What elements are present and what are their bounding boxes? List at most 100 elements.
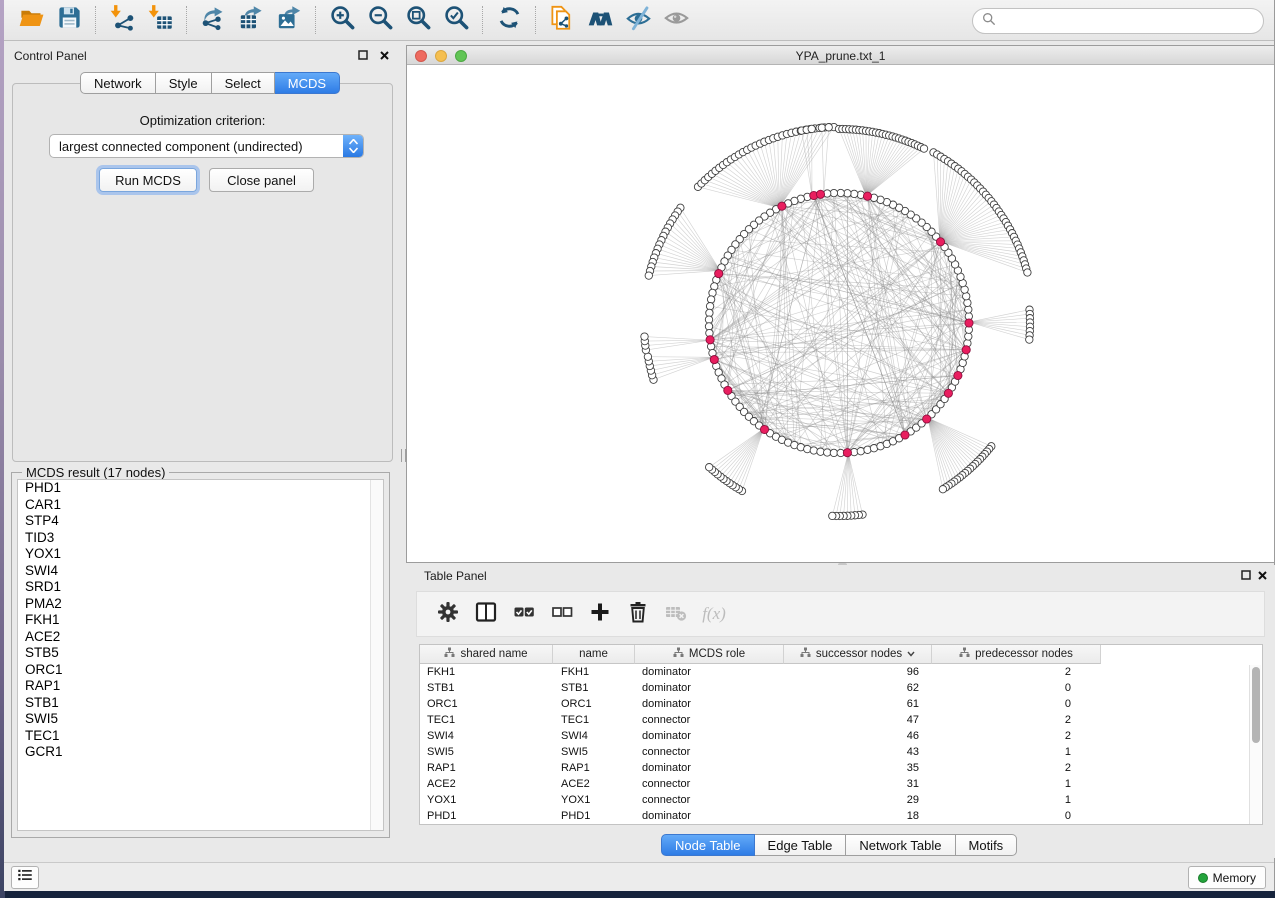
search-icon: [982, 12, 1001, 31]
task-history-button[interactable]: [11, 866, 39, 889]
tab-node-table[interactable]: Node Table: [661, 834, 755, 856]
mcds-result-item[interactable]: RAP1: [18, 678, 383, 695]
export-network-button[interactable]: [194, 3, 232, 37]
network-canvas[interactable]: [407, 65, 1274, 562]
tab-network-table[interactable]: Network Table: [846, 834, 955, 856]
table-cell: 31: [784, 776, 932, 792]
network-graph[interactable]: [407, 65, 1274, 562]
table-row[interactable]: YOX1YOX1connector291: [420, 792, 1262, 808]
column-header-successor-nodes[interactable]: successor nodes: [784, 645, 932, 664]
close-panel-button[interactable]: Close panel: [209, 168, 314, 192]
optimization-criterion-select[interactable]: largest connected component (undirected): [49, 134, 364, 158]
function-builder-button-disabled: f(x): [695, 595, 733, 633]
add-column-button[interactable]: [581, 595, 619, 633]
table-row[interactable]: TEC1TEC1connector472: [420, 712, 1262, 728]
table-scrollbar[interactable]: [1249, 665, 1261, 824]
column-header-MCDS-role[interactable]: MCDS role: [635, 645, 784, 664]
table-cell: RAP1: [553, 760, 635, 776]
table-row[interactable]: SWI5SWI5connector431: [420, 744, 1262, 760]
table-cell: FKH1: [553, 664, 635, 680]
zoom-fit-button[interactable]: [399, 3, 437, 37]
mcds-result-item[interactable]: TEC1: [18, 728, 383, 745]
table-row[interactable]: FKH1FKH1dominator962: [420, 664, 1262, 680]
hide-selected-button[interactable]: [619, 3, 657, 37]
result-list-scrollbar[interactable]: [370, 480, 383, 830]
import-network-button[interactable]: [103, 3, 141, 37]
mcds-result-item[interactable]: TID3: [18, 530, 383, 547]
save-session-button[interactable]: [50, 3, 88, 37]
search-input[interactable]: [1001, 11, 1263, 31]
mcds-result-item[interactable]: CAR1: [18, 497, 383, 514]
mcds-result-item[interactable]: FKH1: [18, 612, 383, 629]
mcds-result-item[interactable]: SWI5: [18, 711, 383, 728]
mcds-result-item[interactable]: SWI4: [18, 563, 383, 580]
control-panel-title: Control Panel: [14, 49, 87, 63]
table-settings-button[interactable]: [429, 595, 467, 633]
mcds-result-item[interactable]: ACE2: [18, 629, 383, 646]
show-eye-button[interactable]: [657, 3, 695, 37]
mcds-result-list[interactable]: PHD1CAR1STP4TID3YOX1SWI4SRD1PMA2FKH1ACE2…: [17, 479, 384, 831]
control-panel-tabs: NetworkStyleSelectMCDS: [80, 72, 340, 94]
mcds-result-item[interactable]: YOX1: [18, 546, 383, 563]
show-columns-button[interactable]: [467, 595, 505, 633]
float-panel-icon[interactable]: [356, 48, 370, 62]
table-row[interactable]: STB1STB1dominator620: [420, 680, 1262, 696]
table-row[interactable]: RAP1RAP1dominator352: [420, 760, 1262, 776]
table-row[interactable]: ORC1ORC1dominator610: [420, 696, 1262, 712]
table-cell: 2: [932, 760, 1101, 776]
share-document-button[interactable]: [543, 3, 581, 37]
delete-table-button-disabled: [657, 595, 695, 633]
mcds-result-item[interactable]: PMA2: [18, 596, 383, 613]
import-table-icon: [147, 4, 174, 36]
run-mcds-button[interactable]: Run MCDS: [99, 168, 197, 192]
unselect-all-button[interactable]: [543, 595, 581, 633]
eye-icon: [663, 4, 690, 36]
mcds-result-item[interactable]: ORC1: [18, 662, 383, 679]
control-panel-header: Control Panel: [4, 41, 401, 67]
zoom-selected-button[interactable]: [437, 3, 475, 37]
table-row[interactable]: ACE2ACE2connector311: [420, 776, 1262, 792]
column-header-name[interactable]: name: [553, 645, 635, 664]
mcds-result-item[interactable]: STB5: [18, 645, 383, 662]
table-scrollbar-thumb[interactable]: [1252, 667, 1260, 743]
mcds-result-item[interactable]: STB1: [18, 695, 383, 712]
tab-motifs[interactable]: Motifs: [956, 834, 1018, 856]
tab-style[interactable]: Style: [156, 72, 212, 94]
mcds-result-item[interactable]: STP4: [18, 513, 383, 530]
open-folder-button[interactable]: [12, 3, 50, 37]
table-toolbar: f(x): [416, 591, 1265, 637]
tab-select[interactable]: Select: [212, 72, 275, 94]
table-row[interactable]: PHD1PHD1dominator180: [420, 808, 1262, 824]
float-panel-icon[interactable]: [1239, 568, 1253, 582]
toolbar-separator: [95, 6, 96, 34]
column-header-shared-name[interactable]: shared name: [420, 645, 553, 664]
select-all-button[interactable]: [505, 595, 543, 633]
memory-button[interactable]: Memory: [1188, 866, 1266, 889]
find-binoculars-button[interactable]: [581, 3, 619, 37]
import-table-button[interactable]: [141, 3, 179, 37]
mcds-result-item[interactable]: PHD1: [18, 480, 383, 497]
gear-icon: [436, 600, 460, 629]
search-box: [972, 8, 1264, 34]
tab-edge-table[interactable]: Edge Table: [755, 834, 847, 856]
zoom-out-button[interactable]: [361, 3, 399, 37]
export-image-button[interactable]: [270, 3, 308, 37]
tab-mcds[interactable]: MCDS: [275, 72, 340, 94]
table-cell: SWI5: [553, 744, 635, 760]
export-table-button[interactable]: [232, 3, 270, 37]
column-header-predecessor-nodes[interactable]: predecessor nodes: [932, 645, 1101, 664]
zoom-in-button[interactable]: [323, 3, 361, 37]
tab-network[interactable]: Network: [80, 72, 156, 94]
table-cell: connector: [635, 776, 784, 792]
delete-columns-button[interactable]: [619, 595, 657, 633]
mcds-result-item[interactable]: SRD1: [18, 579, 383, 596]
refresh-button[interactable]: [490, 3, 528, 37]
table-cell: YOX1: [553, 792, 635, 808]
columns-icon: [474, 600, 498, 629]
table-row[interactable]: SWI4SWI4dominator462: [420, 728, 1262, 744]
close-panel-icon[interactable]: [1255, 568, 1269, 582]
close-panel-icon[interactable]: [377, 48, 391, 62]
mcds-result-item[interactable]: GCR1: [18, 744, 383, 761]
table-panel: Table Panel: [406, 565, 1275, 858]
table-cell: 1: [932, 776, 1101, 792]
